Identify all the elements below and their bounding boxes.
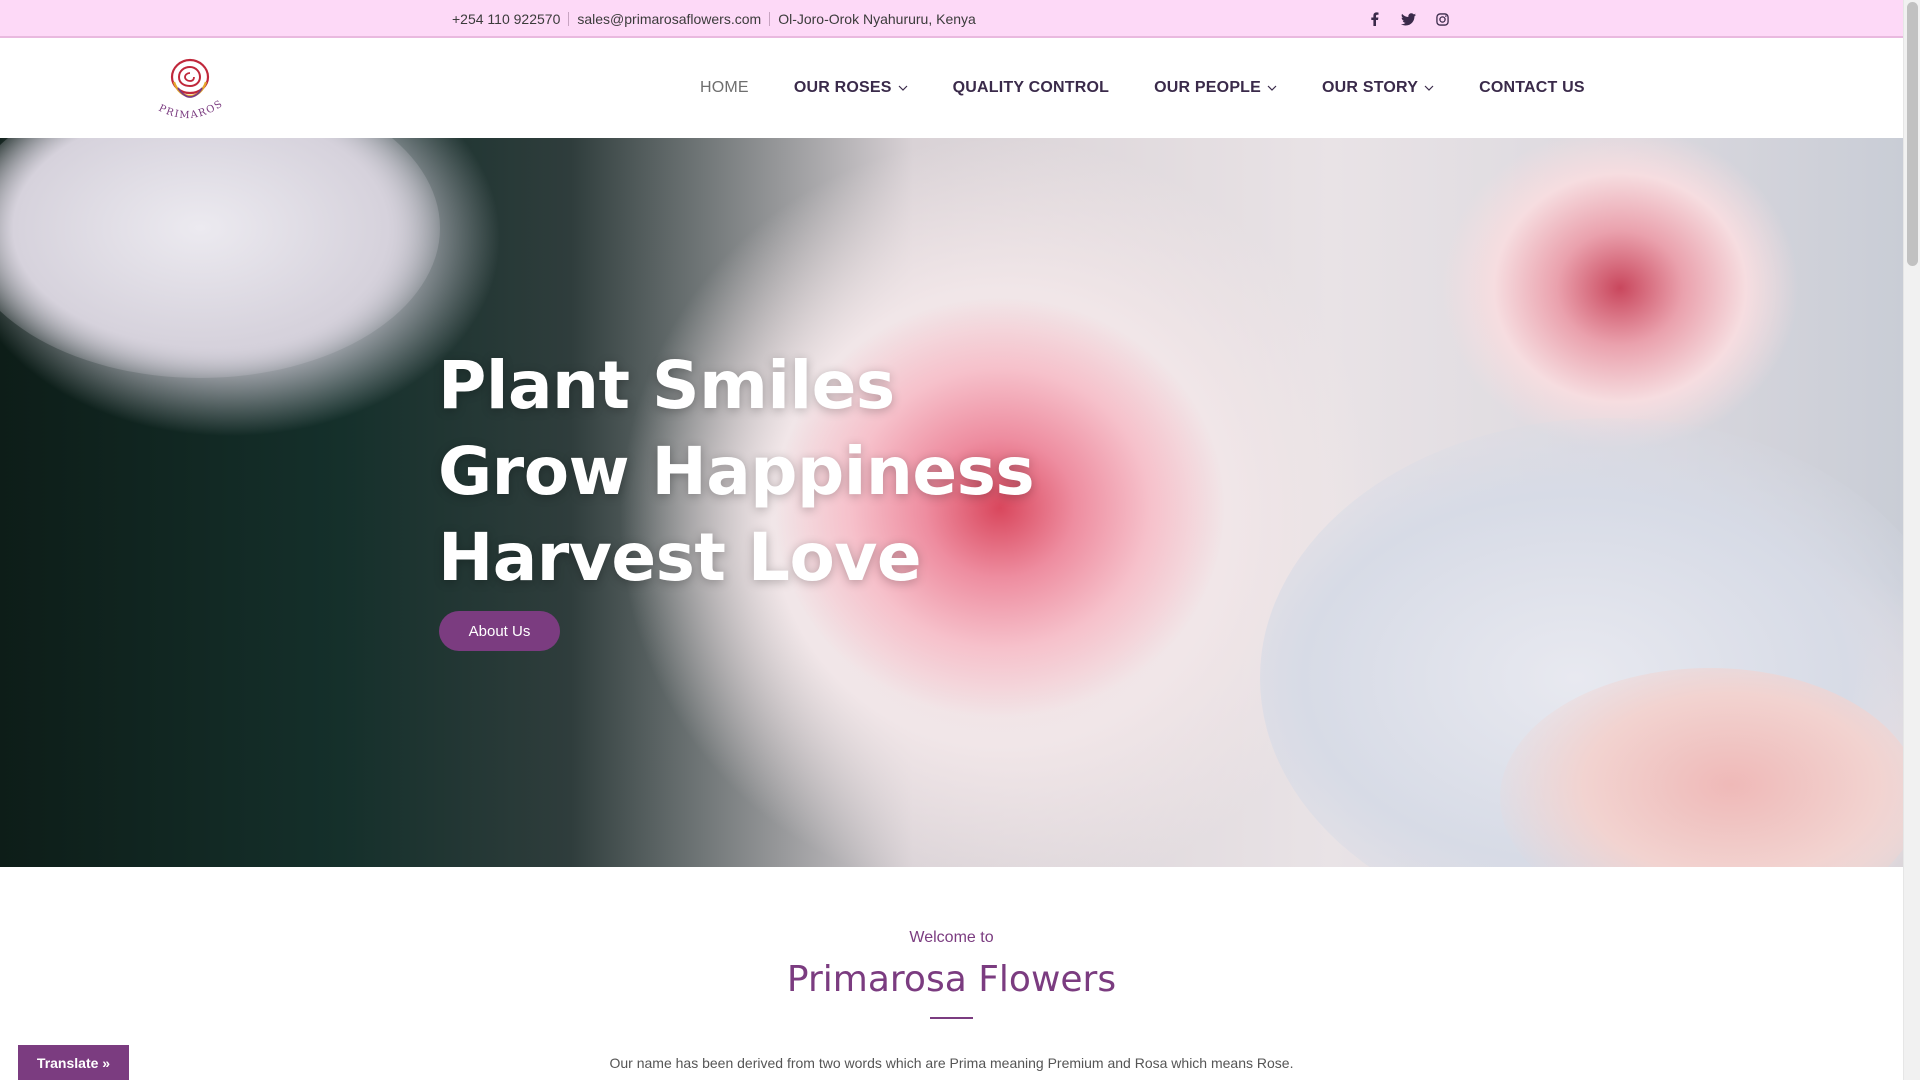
site-header: PRIMAROSA HOME OUR ROSES QUALITY CONTROL… bbox=[0, 38, 1903, 138]
hero-line: Plant Smiles bbox=[438, 347, 895, 424]
hero-line: Grow Happiness bbox=[438, 433, 1035, 510]
nav-our-story[interactable]: OUR STORY bbox=[1322, 79, 1434, 97]
hero-line: Harvest Love bbox=[438, 519, 922, 596]
social-links bbox=[1366, 0, 1450, 38]
chevron-down-icon bbox=[898, 85, 908, 91]
translate-button[interactable]: Translate » bbox=[18, 1045, 129, 1080]
welcome-text: Our name has been derived from two words… bbox=[609, 1055, 1294, 1071]
nav-label: OUR PEOPLE bbox=[1154, 79, 1262, 96]
title-divider bbox=[930, 1017, 973, 1019]
location-text: Ol-Joro-Orok Nyahururu, Kenya bbox=[778, 11, 976, 27]
nav-label: QUALITY CONTROL bbox=[952, 79, 1110, 96]
nav-label: HOME bbox=[700, 79, 749, 96]
welcome-title: Primarosa Flowers bbox=[786, 959, 1117, 1000]
nav-our-people[interactable]: OUR PEOPLE bbox=[1154, 79, 1277, 97]
hero-banner: Plant Smiles Grow Happiness Harvest Love… bbox=[0, 138, 1903, 867]
welcome-subtitle: Welcome to bbox=[909, 929, 994, 946]
main-nav: HOME OUR ROSES QUALITY CONTROL OUR PEOPL… bbox=[700, 38, 1630, 138]
contact-info: +254 110 922570 sales@primarosaflowers.c… bbox=[452, 0, 976, 38]
page-scrollbar[interactable] bbox=[1903, 0, 1920, 1080]
logo-wordmark: PRIMAROSA bbox=[145, 40, 224, 121]
divider bbox=[568, 12, 570, 26]
chevron-down-icon bbox=[1267, 85, 1277, 91]
nav-label: OUR ROSES bbox=[793, 79, 892, 96]
welcome-section: Welcome to Primarosa Flowers Our name ha… bbox=[0, 867, 1903, 1080]
nav-label: CONTACT US bbox=[1479, 79, 1585, 96]
phone-number[interactable]: +254 110 922570 bbox=[452, 11, 560, 27]
chevron-down-icon bbox=[1424, 85, 1434, 91]
facebook-icon[interactable] bbox=[1366, 11, 1382, 27]
scrollbar-thumb[interactable] bbox=[1907, 2, 1918, 266]
nav-label: OUR STORY bbox=[1322, 79, 1419, 96]
rose-image bbox=[0, 138, 440, 378]
svg-text:PRIMAROSA: PRIMAROSA bbox=[150, 48, 226, 121]
hero-heading: Plant Smiles Grow Happiness Harvest Love bbox=[438, 343, 1035, 601]
nav-contact-us[interactable]: CONTACT US bbox=[1479, 79, 1585, 97]
nav-our-roses[interactable]: OUR ROSES bbox=[794, 79, 908, 97]
divider bbox=[769, 12, 771, 26]
nav-quality-control[interactable]: QUALITY CONTROL bbox=[953, 79, 1109, 97]
primarosa-logo[interactable]: PRIMAROSA bbox=[145, 40, 230, 128]
instagram-icon[interactable] bbox=[1434, 11, 1450, 27]
about-us-button[interactable]: About Us bbox=[439, 611, 560, 651]
email-link[interactable]: sales@primarosaflowers.com bbox=[577, 11, 761, 27]
top-bar: +254 110 922570 sales@primarosaflowers.c… bbox=[0, 0, 1903, 38]
nav-home[interactable]: HOME bbox=[700, 79, 749, 97]
twitter-icon[interactable] bbox=[1400, 11, 1416, 27]
